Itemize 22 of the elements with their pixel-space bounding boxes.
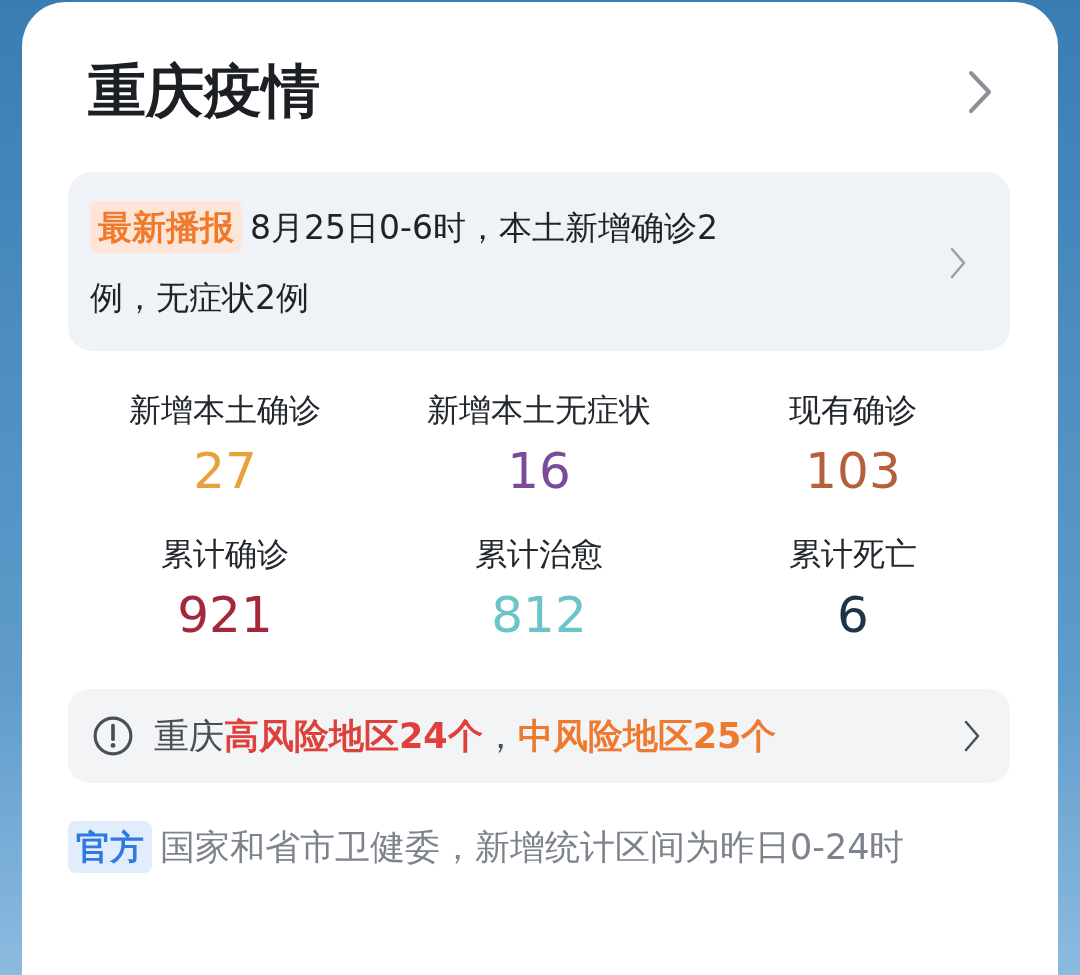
stat-value: 6: [837, 585, 869, 646]
source-text: 官方 国家和省市卫健委，新增统计区间为昨日0-24时: [68, 811, 928, 883]
risk-summary: 重庆高风险地区24个，中风险地区25个: [154, 714, 778, 758]
chevron-icon: [950, 246, 966, 279]
stat-label: 新增本土无症状: [427, 390, 651, 431]
news-text: 最新播报 8月25日0-6时，本土新增确诊2例，无症状2例: [90, 192, 740, 333]
stat-label: 新增本土确诊: [129, 390, 321, 431]
stat-value: 16: [507, 441, 571, 502]
stat-value: 921: [177, 585, 273, 646]
chevron-icon: [964, 720, 980, 752]
risk-banner[interactable]: 重庆高风险地区24个，中风险地区25个: [68, 689, 1010, 783]
stat-value: 812: [491, 585, 587, 646]
stat-value: 103: [805, 441, 901, 502]
stat-label: 现有确诊: [789, 390, 917, 431]
stat-label: 累计治愈: [475, 534, 603, 575]
stat-label: 累计死亡: [789, 534, 917, 575]
stat-value: 27: [193, 441, 257, 502]
stat-label: 累计确诊: [161, 534, 289, 575]
warning-icon: [92, 715, 134, 757]
news-banner[interactable]: 最新播报 8月25日0-6时，本土新增确诊2例，无症状2例: [68, 172, 1010, 351]
page-title: 重庆疫情: [88, 56, 320, 127]
chevron-icon[interactable]: [968, 70, 992, 114]
